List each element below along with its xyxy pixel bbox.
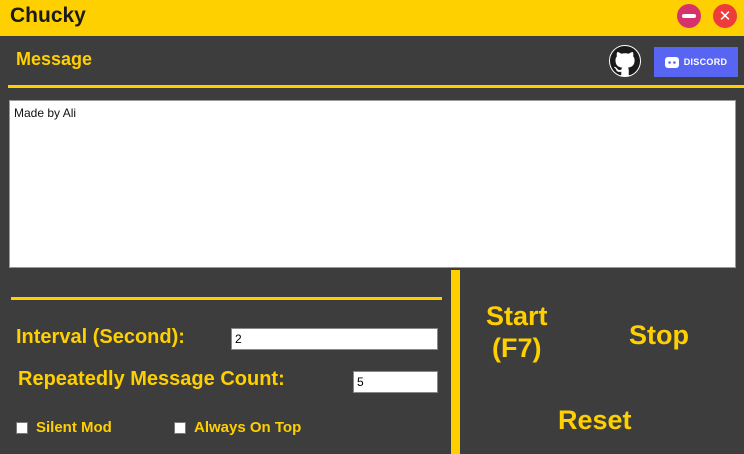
settings-divider [11,297,442,300]
github-icon [610,46,640,76]
vertical-divider [451,270,460,454]
start-button[interactable]: Start (F7) [486,301,548,365]
always-on-top-box[interactable] [174,421,186,434]
message-textarea[interactable]: Made by Ali [9,100,736,268]
always-on-top-checkbox[interactable]: Always On Top [174,419,301,436]
discord-icon [664,56,679,68]
start-hotkey-label: (F7) [492,332,542,363]
discord-label: DISCORD [683,57,728,67]
discord-button[interactable]: DISCORD [654,47,738,77]
always-on-top-label: Always On Top [194,419,302,436]
reset-button[interactable]: Reset [558,405,632,437]
message-count-input[interactable] [353,371,438,393]
title-bar[interactable]: Chucky ✕ [0,0,744,36]
silent-mode-checkbox[interactable]: Silent Mod [16,419,112,436]
github-button[interactable] [606,42,644,80]
start-label: Start [486,301,548,331]
interval-label: Interval (Second): [16,326,185,348]
silent-mode-box[interactable] [16,421,28,434]
interval-input[interactable] [231,328,438,350]
close-button[interactable]: ✕ [713,4,737,28]
silent-mode-label: Silent Mod [36,419,112,436]
stop-button[interactable]: Stop [629,320,689,352]
window-title: Chucky [10,4,86,27]
message-count-label: Repeatedly Message Count: [18,368,285,390]
message-section-label: Message [16,49,93,69]
minimize-button[interactable] [677,4,701,28]
header-divider [8,85,744,88]
close-icon: ✕ [718,7,732,25]
